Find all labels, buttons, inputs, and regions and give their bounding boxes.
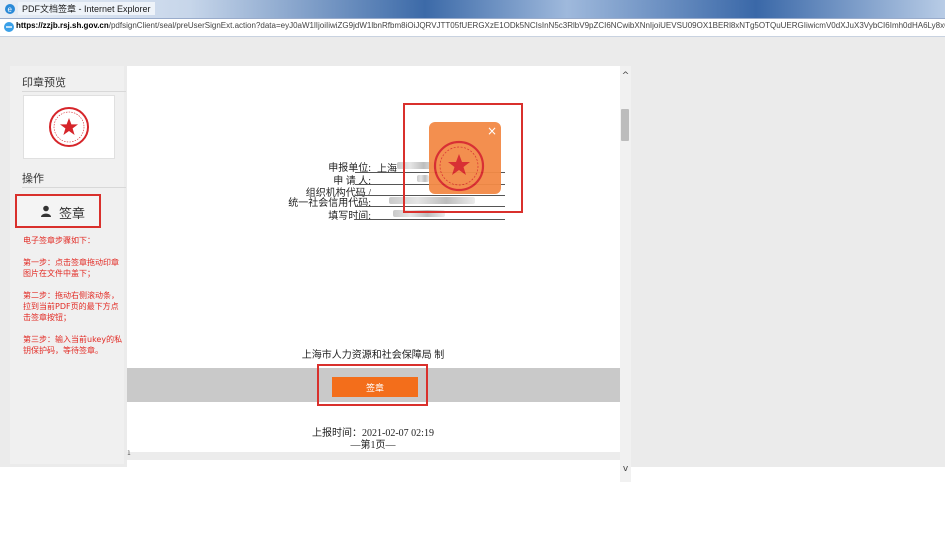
issuer-text: 上海市人力资源和社会保障局 制	[301, 350, 445, 361]
sign-seal-button[interactable]: 签章	[15, 194, 101, 228]
scroll-thumb[interactable]	[621, 109, 629, 141]
ops-title: 操作	[22, 172, 44, 185]
url-path: /pdfsignClient/seal/preUserSignExt.actio…	[108, 21, 945, 30]
steps-heading: 电子签章步骤如下：	[23, 236, 95, 245]
page-number: 1	[127, 450, 131, 457]
seal-image	[49, 107, 89, 147]
page-break: 1	[127, 450, 620, 460]
step-2: 第二步：拖动右侧滚动条，拉到当前PDF页的最下方点击签章按钮；	[23, 291, 119, 322]
scrollbar[interactable]: ^ v	[620, 66, 631, 482]
window-title: PDF文档签章 - Internet Explorer	[18, 2, 155, 15]
step-3: 第三步：输入当前ukey的私钥保护码，等待签章。	[23, 335, 123, 355]
divider	[22, 91, 126, 92]
seal-preview	[23, 95, 115, 159]
step-1: 第一步：点击签章拖动印章图片在文件中盖下；	[23, 258, 119, 278]
field-underline	[355, 219, 505, 220]
window-titlebar: e PDF文档签章 - Internet Explorer	[0, 0, 945, 19]
ie-icon: e	[5, 4, 15, 14]
preview-title: 印章预览	[22, 76, 66, 89]
user-icon	[41, 205, 51, 217]
lock-icon	[4, 22, 14, 32]
url-host: https://zzjb.rsj.sh.gov.cn	[16, 21, 109, 30]
pdf-viewer[interactable]: 申报单位: 上海 申 请 人: 组织机构代码 / 统一社会信用代码: 填写时间:…	[127, 66, 620, 482]
highlight-seal-area	[403, 103, 523, 213]
address-bar[interactable]: https://zzjb.rsj.sh.gov.cn/pdfsignClient…	[0, 19, 945, 37]
sign-seal-label: 签章	[59, 207, 86, 222]
url-text[interactable]: https://zzjb.rsj.sh.gov.cn/pdfsignClient…	[16, 21, 945, 30]
chevron-down-icon[interactable]: v	[620, 462, 631, 476]
svg-text:e: e	[8, 5, 13, 14]
chevron-up-icon[interactable]: ^	[620, 69, 631, 83]
page-label: —第1页—	[350, 440, 396, 451]
highlight-sign-button	[317, 364, 428, 406]
divider	[22, 187, 126, 188]
